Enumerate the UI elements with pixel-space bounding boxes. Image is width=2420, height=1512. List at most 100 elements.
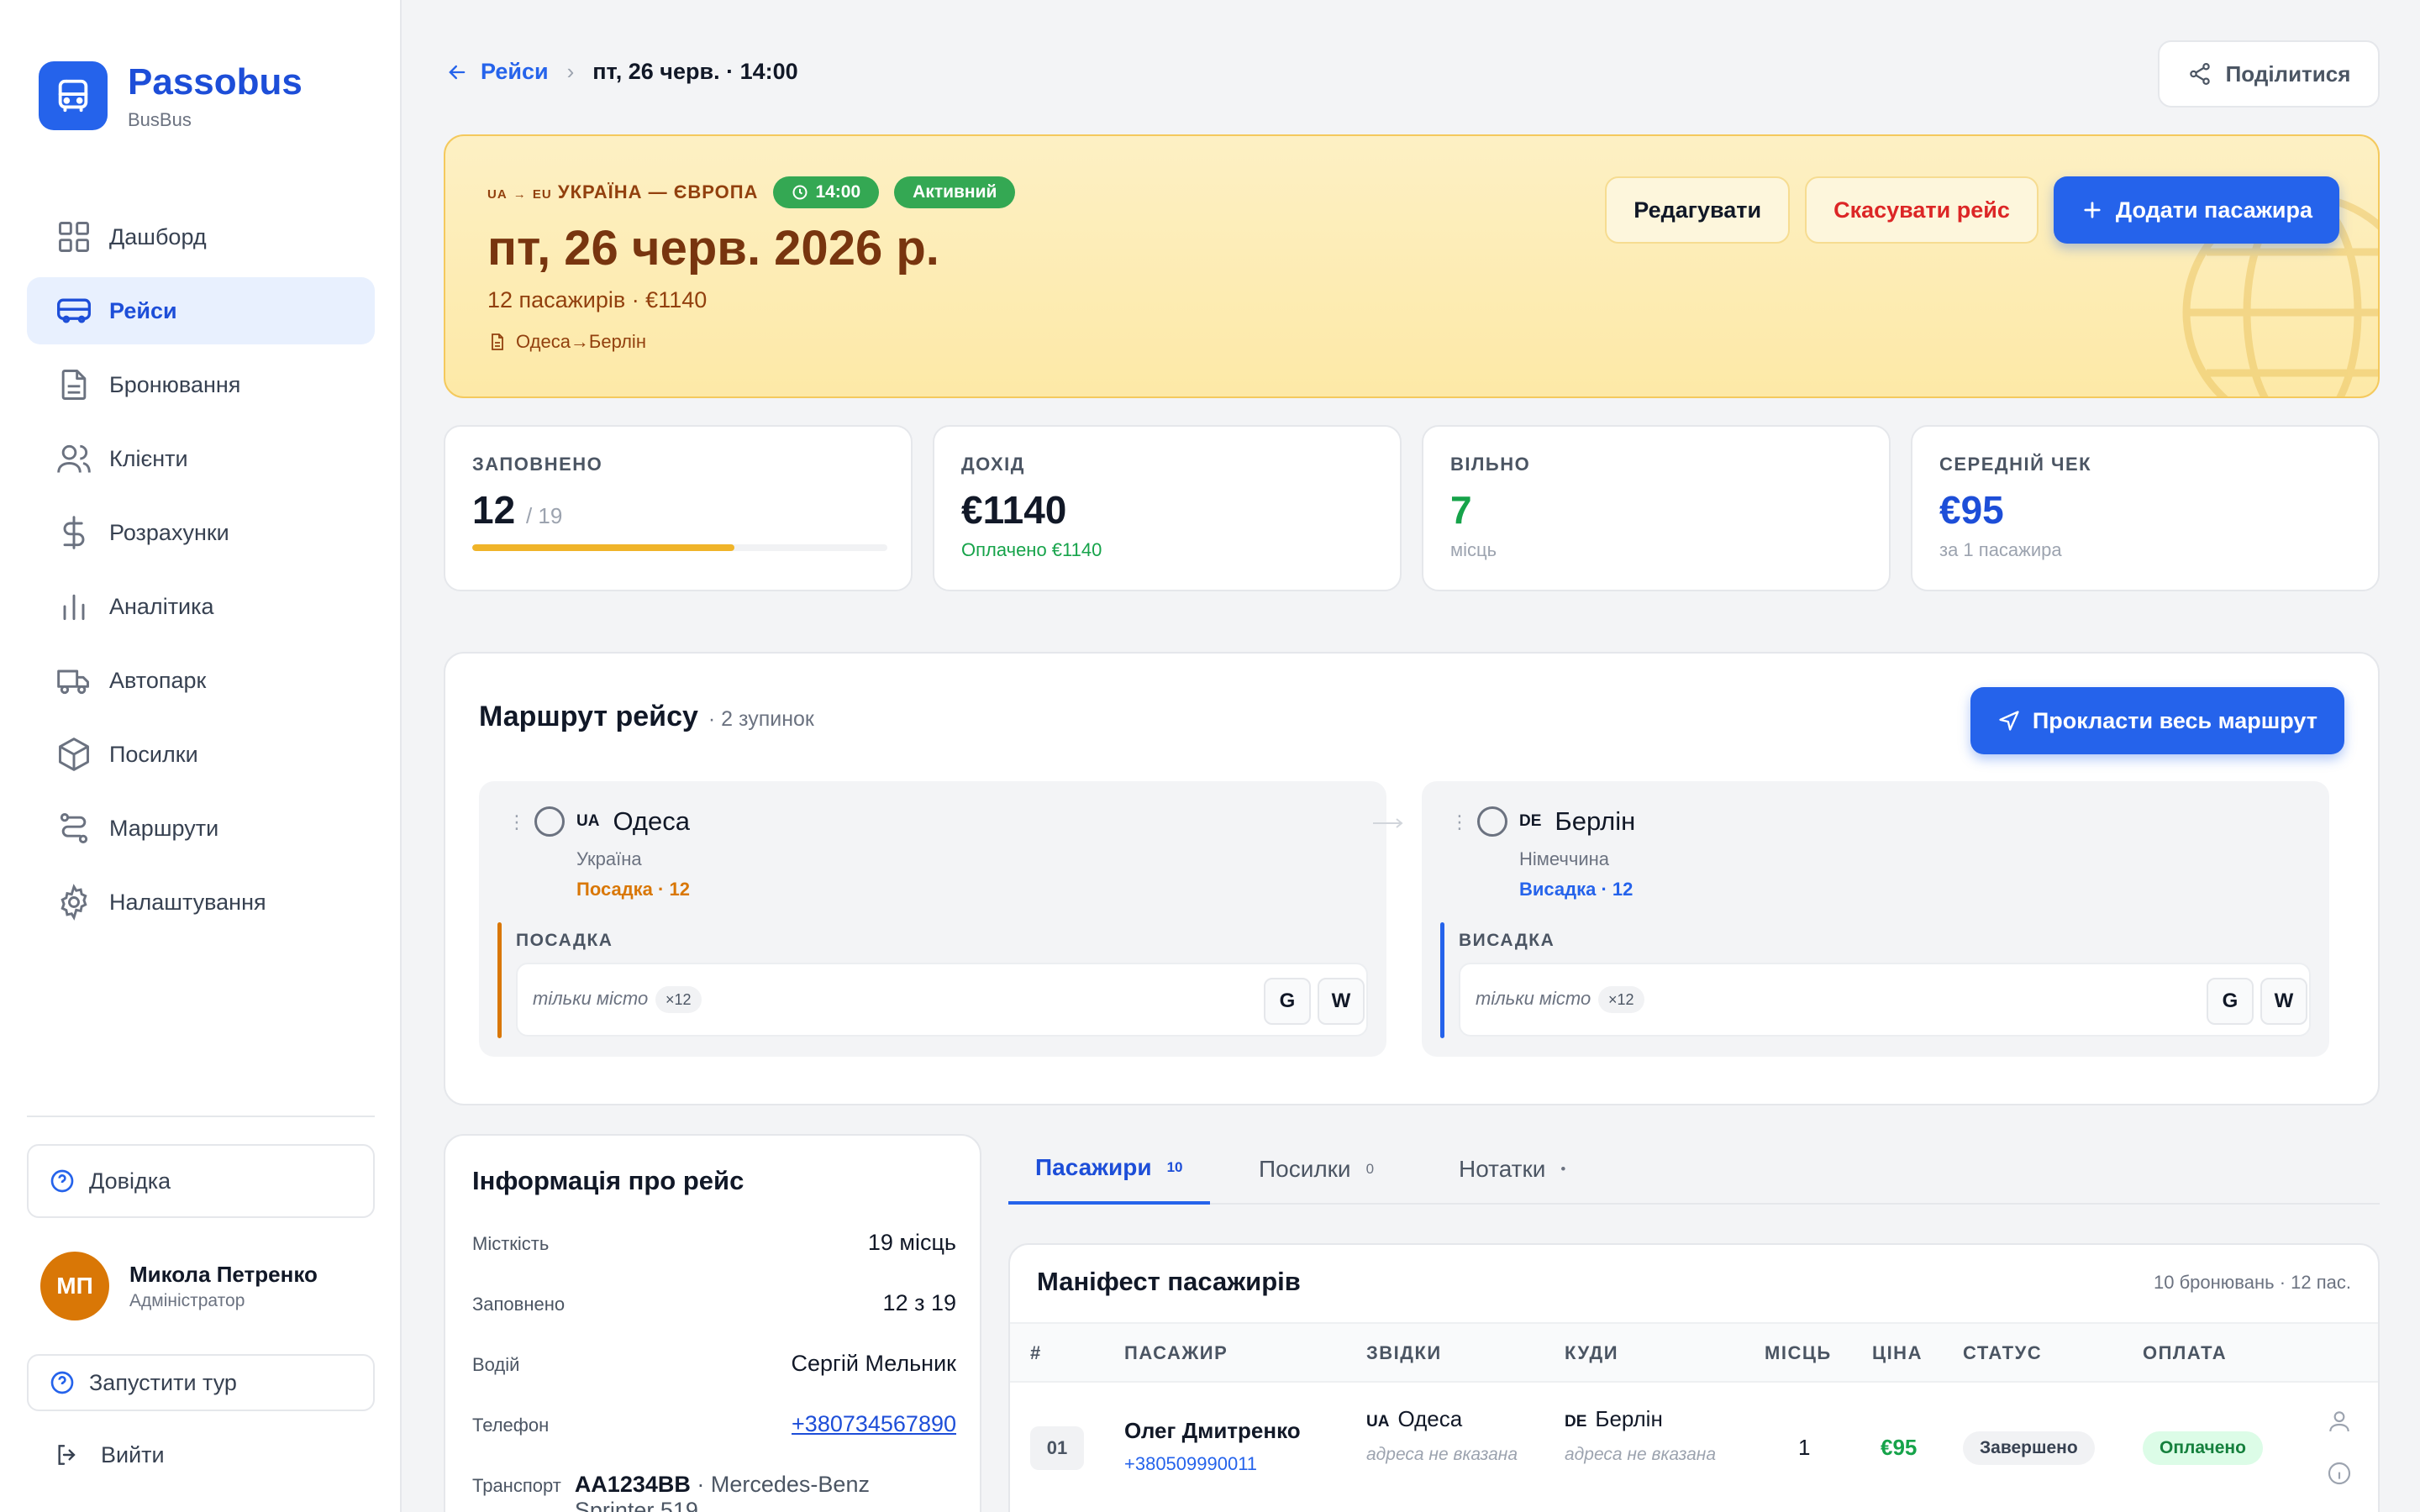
tab-count: 10 (1166, 1159, 1183, 1175)
address-hint: тільки місто (533, 988, 649, 1009)
waze-button[interactable]: W (1318, 978, 1365, 1025)
sidebar-item-routes[interactable]: Маршрути (27, 795, 375, 862)
brand-name: Passobus (128, 61, 302, 102)
info-row-transport: Транспорт AA1234BB · Mercedes-Benz Sprin… (472, 1472, 956, 1512)
stat-card-income: ДОХІД €1140 Оплачено €1140 (933, 425, 1402, 591)
payment-badge: Оплачено (2143, 1431, 2263, 1465)
stop-country: Україна (576, 848, 642, 869)
detail-tabs: Пасажири 10 Посилки 0 Нотатки • (1008, 1134, 2380, 1205)
route-header: Маршрут рейсу · 2 зупинок (479, 701, 814, 733)
avatar: МП (40, 1252, 109, 1320)
sidebar-item-settings[interactable]: Налаштування (27, 869, 375, 936)
column-header: # (1030, 1342, 1042, 1363)
sidebar-item-trips[interactable]: Рейси (27, 277, 375, 344)
row-number: 01 (1030, 1426, 1084, 1470)
stat-card-free: ВІЛЬНО 7 місць (1422, 425, 1891, 591)
help-label: Довідка (89, 1168, 171, 1194)
user-icon[interactable] (2326, 1408, 2353, 1435)
capacity-total: / 19 (525, 503, 563, 528)
user-profile[interactable]: МП Микола Петренко Адміністратор (40, 1252, 318, 1320)
sidebar-item-clients[interactable]: Клієнти (27, 425, 375, 492)
tab-count: 0 (1365, 1161, 1375, 1177)
sidebar-item-parcels[interactable]: Посилки (27, 721, 375, 788)
passenger-name[interactable]: Олег Дмитренко (1124, 1418, 1301, 1444)
stop-section: ВИСАДКА тільки місто ×12 G W (1440, 922, 2311, 1038)
document-icon (492, 333, 503, 350)
add-passenger-label: Додати пасажира (2115, 197, 2312, 223)
country-code: DE (1519, 812, 1542, 830)
logout-button[interactable]: Вийти (54, 1441, 165, 1468)
transport-plate: AA1234BB (574, 1472, 691, 1497)
region-label: UA → EU УКРАЇНА — ЄВРОПА (487, 181, 758, 203)
stop-kind: Посадка · 12 (576, 879, 690, 900)
sidebar-item-bookings[interactable]: Бронювання (27, 351, 375, 418)
tab-notes[interactable]: Нотатки • (1432, 1134, 1592, 1205)
breadcrumb-back-link[interactable]: Рейси (445, 59, 549, 85)
stop-accent-bar (1440, 922, 1444, 1038)
sidebar-item-analytics[interactable]: Аналітика (27, 573, 375, 640)
trip-summary: 12 пасажирів · €1140 (487, 287, 708, 312)
logout-icon (58, 1445, 76, 1465)
stat-value: €1140 (961, 488, 1067, 532)
stop-section: ПОСАДКА тільки місто ×12 G W (497, 922, 1368, 1038)
stop-address-box[interactable]: тільки місто ×12 G W (1459, 963, 2311, 1037)
sidebar-divider (27, 1116, 375, 1117)
passenger-manifest: Маніфест пасажирів 10 бронювань · 12 пас… (1008, 1243, 2380, 1512)
tab-parcels[interactable]: Посилки 0 (1232, 1134, 1401, 1205)
from-address: адреса не вказана (1366, 1445, 1518, 1464)
google-maps-button[interactable]: G (1264, 978, 1311, 1025)
column-header[interactable]: ЗВІДКИ (1366, 1342, 1442, 1364)
breadcrumb: Рейси › пт, 26 черв. · 14:00 (445, 59, 798, 85)
driver-phone-link[interactable]: +380734567890 (792, 1411, 956, 1436)
info-row: Телефон +380734567890 (472, 1411, 956, 1437)
passenger-count-badge: ×12 (1598, 986, 1644, 1013)
info-row: Заповнено 12 з 19 (472, 1290, 956, 1316)
info-title: Інформація про рейс (472, 1166, 744, 1195)
time-badge: 14:00 (773, 176, 880, 208)
column-header[interactable]: ЦІНА (1872, 1342, 1923, 1364)
chevron-right-icon: › (566, 59, 575, 84)
share-button[interactable]: Поділитися (2158, 40, 2380, 108)
build-route-button[interactable]: Прокласти весь маршрут (1970, 687, 2344, 754)
stats-row: ЗАПОВНЕНО 12 / 19 ДОХІД €1140 Оплачено €… (444, 425, 2380, 591)
stop-radio[interactable] (1477, 806, 1507, 837)
build-route-label: Прокласти весь маршрут (2032, 707, 2317, 733)
bus-logo-icon (39, 61, 108, 130)
column-header[interactable]: МІСЦЬ (1765, 1342, 1832, 1364)
info-icon[interactable] (2326, 1460, 2353, 1487)
sidebar-item-fleet[interactable]: Автопарк (27, 647, 375, 714)
tab-label: Пасажири (1035, 1154, 1152, 1180)
trip-hero-card: UA → EU УКРАЇНА — ЄВРОПА 14:00 Активний … (444, 134, 2380, 398)
edit-button[interactable]: Редагувати (1605, 176, 1791, 244)
add-passenger-button[interactable]: Додати пасажира (2053, 176, 2339, 244)
column-header[interactable]: КУДИ (1565, 1342, 1618, 1364)
sidebar-item-dashboard[interactable]: Дашборд (27, 203, 375, 270)
google-maps-button[interactable]: G (2207, 978, 2254, 1025)
question-icon (50, 1371, 74, 1394)
drag-handle-icon[interactable]: ⋮ (508, 811, 526, 833)
brand[interactable]: Passobus BusBus (39, 60, 302, 131)
cancel-trip-button[interactable]: Скасувати рейс (1805, 176, 2039, 244)
sidebar-item-payments[interactable]: Розрахунки (27, 499, 375, 566)
trip-info-card: Інформація про рейс Місткість 19 місць З… (444, 1134, 981, 1512)
stop-radio[interactable] (534, 806, 565, 837)
bus-icon (57, 298, 91, 323)
start-tour-button[interactable]: Запустити тур (27, 1354, 375, 1411)
waze-button[interactable]: W (2260, 978, 2307, 1025)
to-address: адреса не вказана (1565, 1445, 1717, 1464)
column-header[interactable]: ПАСАЖИР (1124, 1342, 1228, 1364)
sidebar-item-label: Аналітика (109, 593, 214, 619)
help-button[interactable]: Довідка (27, 1144, 375, 1218)
info-value: +380734567890 (792, 1411, 956, 1437)
filled-progress-bar (472, 544, 887, 551)
stat-value: 7 (1450, 488, 1472, 532)
column-header[interactable]: ОПЛАТА (2143, 1342, 2227, 1364)
column-header[interactable]: СТАТУС (1963, 1342, 2042, 1364)
stop-address-box[interactable]: тільки місто ×12 G W (516, 963, 1368, 1037)
city-name: Берлін (1555, 806, 1636, 836)
plus-icon (2084, 202, 2101, 218)
sidebar-item-label: Маршрути (109, 815, 219, 841)
tab-passengers[interactable]: Пасажири 10 (1008, 1134, 1210, 1205)
passenger-phone[interactable]: +380509990011 (1124, 1453, 1257, 1475)
drag-handle-icon[interactable]: ⋮ (1450, 811, 1469, 833)
